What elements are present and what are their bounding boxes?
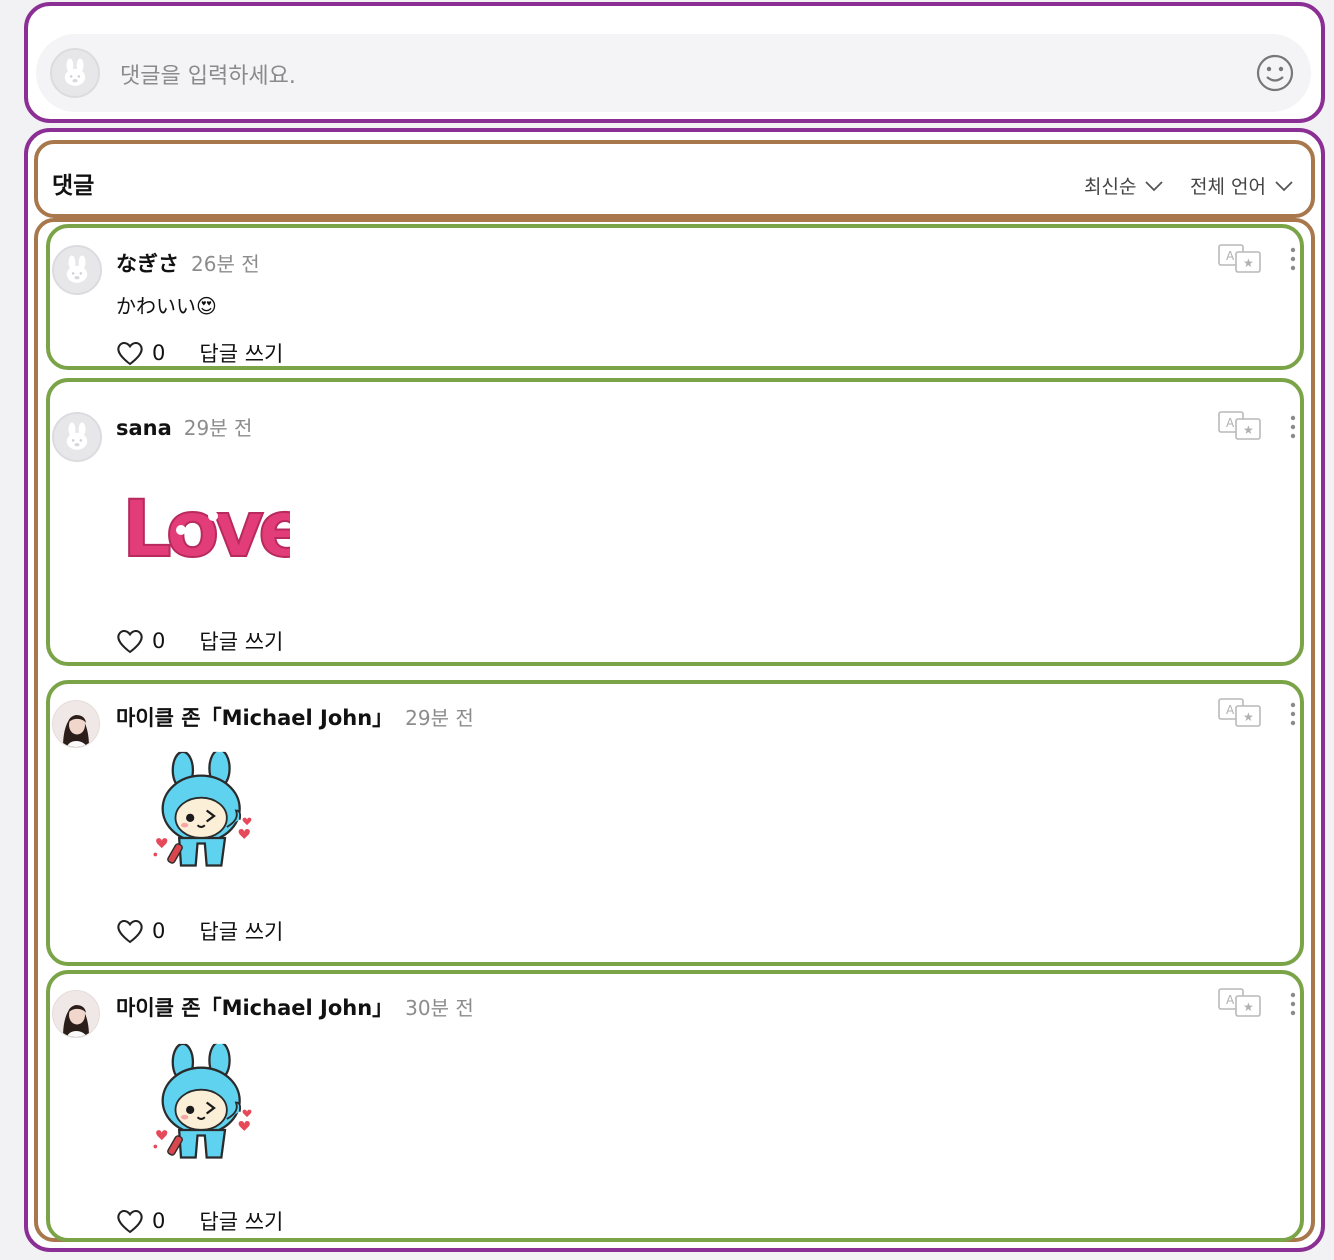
avatar (52, 245, 102, 295)
reply-button[interactable]: 답글 쓰기 (199, 1206, 283, 1236)
like-button[interactable]: 0 (116, 340, 165, 366)
heart-icon (116, 1208, 144, 1234)
more-options-icon[interactable] (1286, 701, 1300, 731)
comment-author[interactable]: 마이클 존「Michael John」 (116, 702, 393, 732)
like-count: 0 (152, 919, 166, 943)
like-count: 0 (152, 629, 166, 653)
comment-input-placeholder[interactable]: 댓글을 입력하세요. (120, 58, 296, 90)
rabbit-icon (58, 56, 92, 90)
comments-header: 댓글 최신순 전체 언어 (34, 140, 1315, 218)
like-count: 0 (152, 1209, 166, 1233)
sort-dropdown[interactable]: 최신순 (1084, 172, 1164, 199)
sticker-text: Love (122, 485, 290, 564)
comment-time: 29분 전 (183, 416, 253, 440)
blue-bunny-sticker (148, 1042, 258, 1174)
translate-icon[interactable] (1218, 411, 1262, 441)
more-options-icon[interactable] (1286, 414, 1300, 444)
comment-time: 26분 전 (191, 252, 260, 276)
rabbit-icon (60, 420, 94, 454)
heart-icon (116, 628, 144, 654)
profile-photo (53, 701, 99, 747)
more-options-icon[interactable] (1286, 246, 1300, 276)
comment-time: 30분 전 (405, 996, 474, 1020)
like-button[interactable]: 0 (116, 1208, 165, 1234)
like-button[interactable]: 0 (116, 918, 165, 944)
comment-item: sana 29분 전 Love 0 답글 쓰기 (46, 378, 1304, 666)
reply-button[interactable]: 답글 쓰기 (199, 338, 283, 368)
profile-photo (53, 991, 99, 1037)
comments-title: 댓글 (52, 173, 95, 199)
love-sticker: Love (121, 484, 290, 564)
avatar (52, 990, 100, 1038)
more-options-icon[interactable] (1286, 991, 1300, 1021)
comment-author[interactable]: 마이클 존「Michael John」 (116, 992, 393, 1022)
avatar (52, 412, 102, 462)
translate-icon[interactable] (1218, 988, 1262, 1018)
heart-icon (116, 918, 144, 944)
emoji-icon[interactable] (1255, 53, 1295, 93)
chevron-down-icon (1274, 180, 1294, 192)
translate-icon[interactable] (1218, 244, 1262, 274)
sort-label: 최신순 (1084, 176, 1137, 198)
like-button[interactable]: 0 (116, 628, 165, 654)
reply-button[interactable]: 답글 쓰기 (199, 916, 283, 946)
avatar (52, 700, 100, 748)
translate-icon[interactable] (1218, 698, 1262, 728)
comment-item: なぎさ 26분 전 かわいい😍 0 답글 쓰기 (46, 224, 1304, 370)
heart-icon (116, 340, 144, 366)
comment-item: 마이클 존「Michael John」 30분 전 0 답글 쓰기 (46, 970, 1304, 1242)
language-label: 전체 언어 (1190, 176, 1266, 198)
blue-bunny-sticker (148, 750, 258, 882)
rabbit-icon (60, 253, 94, 287)
reply-button[interactable]: 답글 쓰기 (199, 626, 283, 656)
language-dropdown[interactable]: 전체 언어 (1190, 172, 1294, 199)
comment-author[interactable]: sana (116, 416, 172, 440)
like-count: 0 (152, 341, 166, 365)
comment-author[interactable]: なぎさ (116, 248, 179, 278)
avatar (50, 48, 100, 98)
comment-text: かわいい😍 (116, 294, 217, 318)
chevron-down-icon (1144, 180, 1164, 192)
comment-input[interactable]: 댓글을 입력하세요. (36, 34, 1311, 112)
comment-time: 29분 전 (405, 706, 474, 730)
comment-item: 마이클 존「Michael John」 29분 전 0 답글 쓰기 (46, 680, 1304, 966)
